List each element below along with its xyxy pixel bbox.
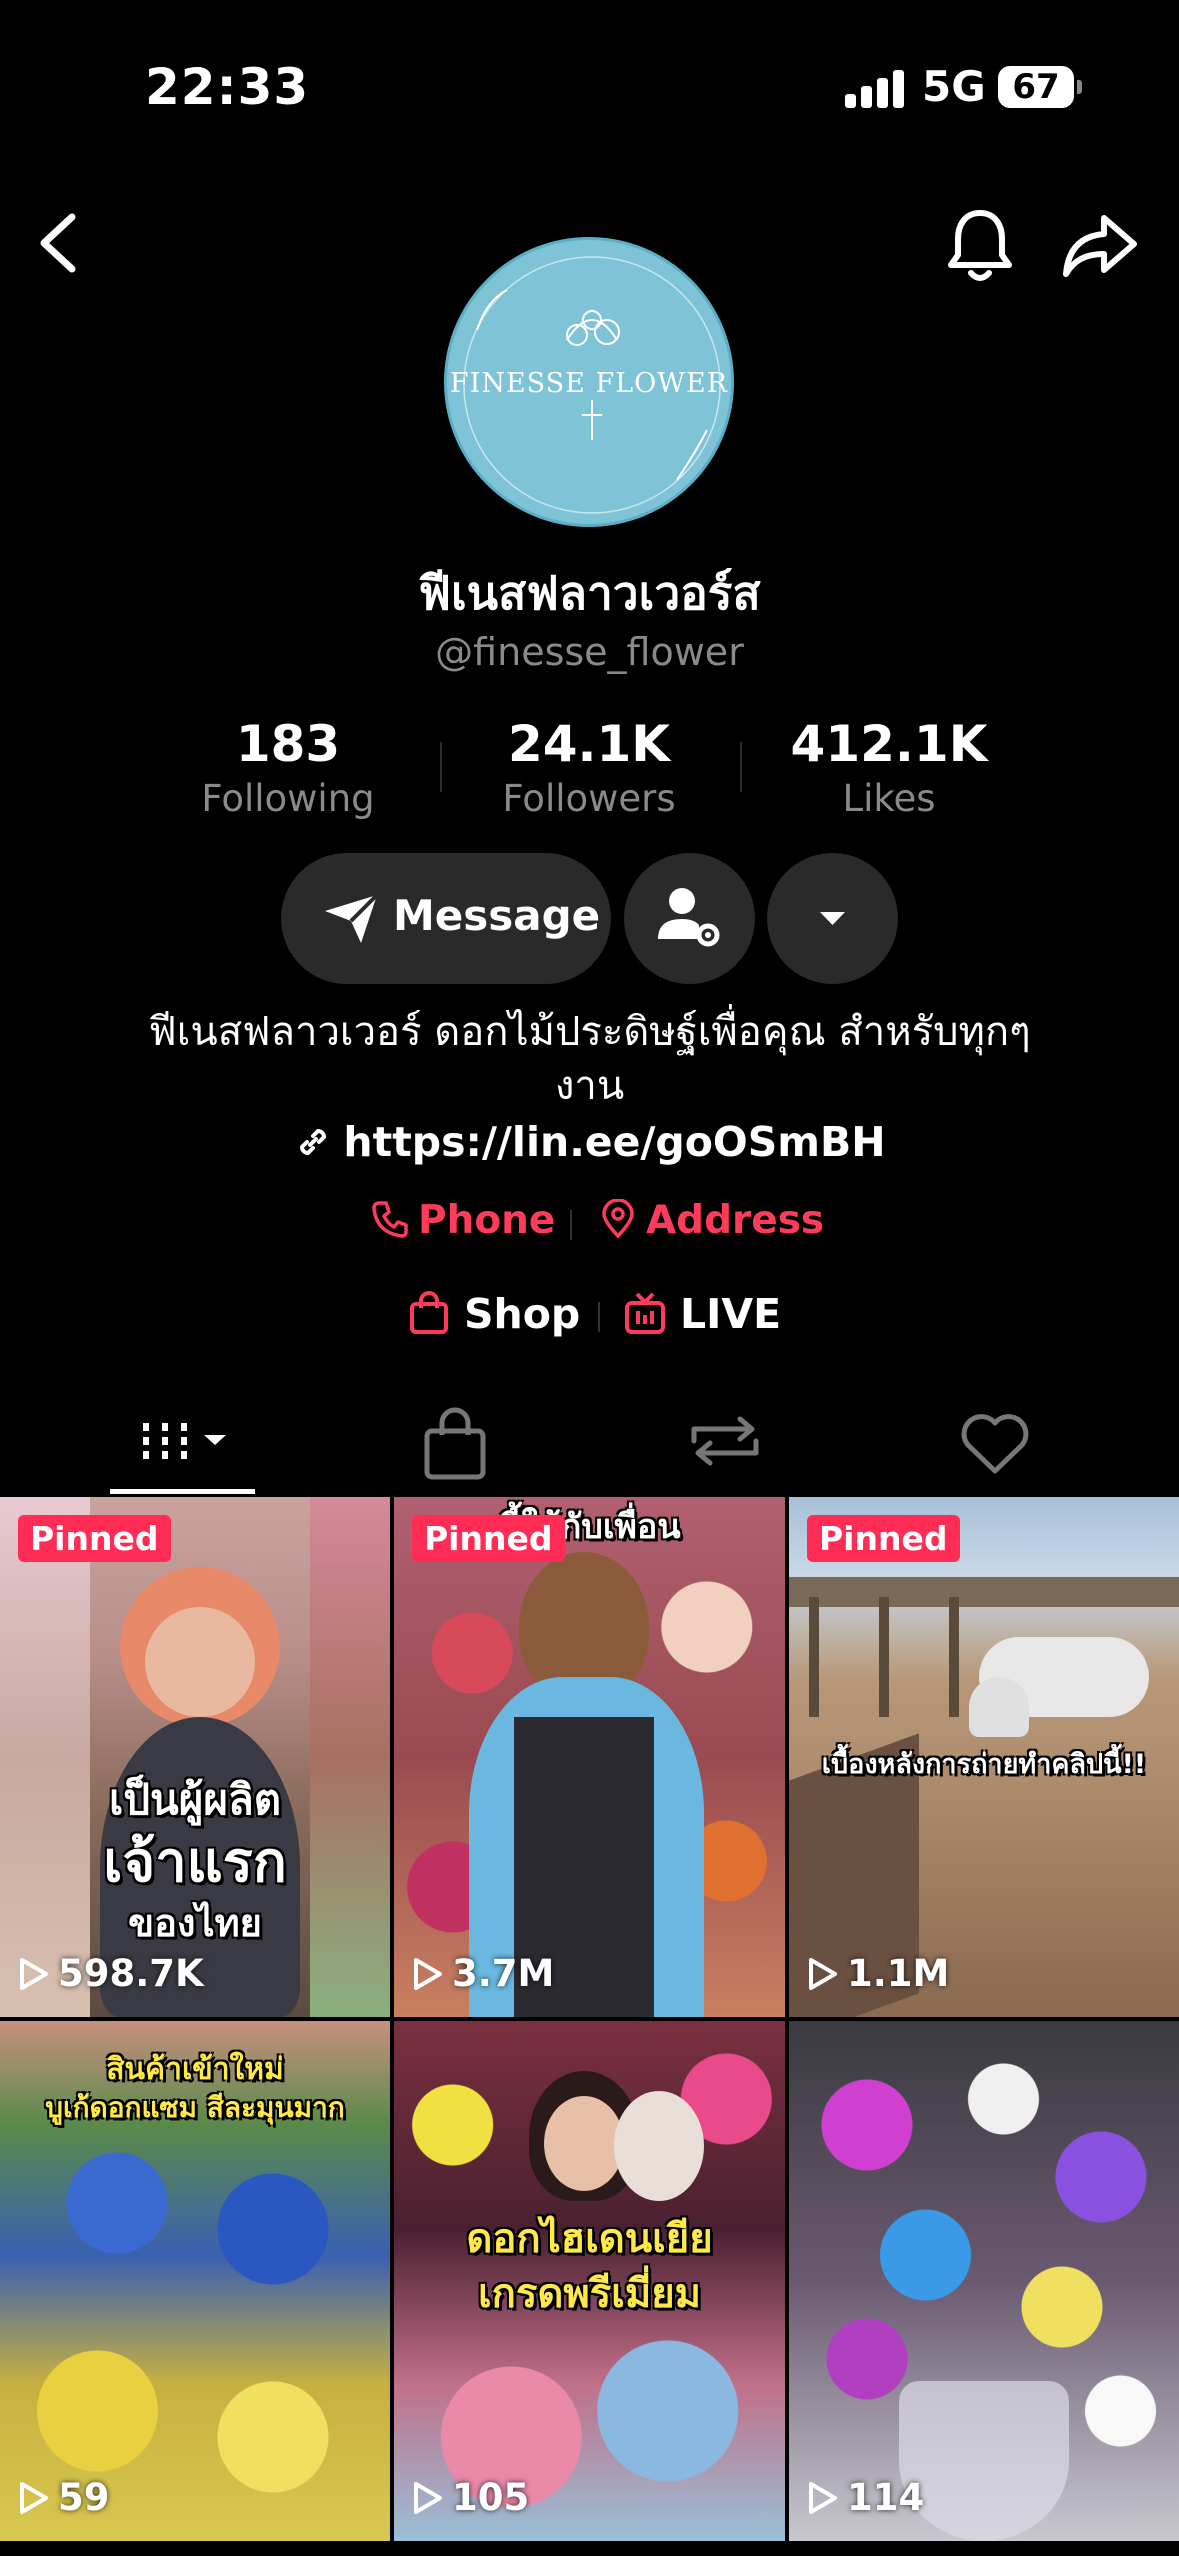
stat-likes[interactable]: 412.1K Likes bbox=[759, 715, 1019, 820]
bio-text: ฟีเนสฟลาวเวอร์ ดอกไม้ประดิษฐ์เพื่อคุณ สำ… bbox=[148, 1009, 1031, 1109]
battery-icon: 67 bbox=[998, 66, 1082, 108]
play-icon bbox=[809, 2482, 837, 2514]
stat-followers[interactable]: 24.1K Followers bbox=[459, 715, 719, 820]
play-icon bbox=[809, 1958, 837, 1990]
shopping-bag-icon bbox=[410, 1291, 448, 1334]
live-link[interactable]: LIVE bbox=[624, 1290, 781, 1338]
view-count: 105 bbox=[412, 2476, 529, 2519]
stat-following[interactable]: 183 Following bbox=[158, 715, 418, 820]
status-bar: 22:33 5G 67 bbox=[0, 0, 1179, 180]
link-icon bbox=[300, 1128, 327, 1156]
location-pin-icon bbox=[602, 1198, 634, 1239]
video-overlay-text: เบื้องหลังการถ่ายทำคลิปนี้!! bbox=[821, 1749, 1147, 1780]
view-count-text: 1.1M bbox=[847, 1952, 950, 1995]
share-icon bbox=[1063, 215, 1137, 277]
play-icon bbox=[414, 2482, 442, 2514]
play-icon bbox=[20, 1958, 48, 1990]
video-tile[interactable]: เบื้องหลังการถ่ายทำคลิปนี้!! Pinned 1.1M bbox=[789, 1497, 1179, 2017]
caret-down-icon bbox=[820, 912, 845, 925]
video-tile[interactable]: เป็นผู้ผลิต เจ้าแรก ของไทย Pinned 598.7K bbox=[0, 1497, 390, 2017]
tab-videos[interactable] bbox=[110, 1385, 255, 1495]
stat-label: Following bbox=[201, 777, 375, 820]
display-name: ฟีเนสฟลาวเวอร์ส bbox=[418, 566, 761, 620]
stat-label: Followers bbox=[502, 777, 676, 820]
stat-value: 183 bbox=[235, 715, 341, 773]
shop-link[interactable]: Shop bbox=[408, 1290, 580, 1338]
tab-liked[interactable] bbox=[930, 1385, 1060, 1495]
heart-icon bbox=[961, 1414, 1029, 1474]
pinned-badge: Pinned bbox=[412, 1515, 565, 1562]
network-label: 5G bbox=[922, 62, 986, 111]
share-button[interactable] bbox=[1060, 210, 1140, 280]
phone-label: Phone bbox=[418, 1198, 556, 1243]
contact-divider bbox=[570, 1210, 572, 1240]
status-time: 22:33 bbox=[145, 58, 310, 116]
shop-divider bbox=[598, 1302, 600, 1332]
view-count: 1.1M bbox=[807, 1952, 949, 1995]
bio-link-text: https://lin.ee/goOSmBH bbox=[343, 1118, 886, 1166]
live-tv-icon bbox=[625, 1292, 665, 1334]
video-overlay-text: ของไทย bbox=[128, 1901, 262, 1945]
message-button[interactable]: Message bbox=[281, 853, 611, 984]
back-button[interactable] bbox=[30, 205, 90, 280]
repost-icon bbox=[691, 1416, 759, 1466]
video-tile[interactable]: 114 bbox=[789, 2021, 1179, 2541]
view-count-text: 3.7M bbox=[452, 1952, 555, 1995]
grid-icon bbox=[143, 1423, 226, 1459]
send-icon bbox=[325, 893, 379, 943]
view-count-text: 59 bbox=[58, 2476, 110, 2519]
address-link[interactable]: Address bbox=[598, 1198, 824, 1243]
view-count-text: 114 bbox=[847, 2476, 925, 2519]
tab-reposts[interactable] bbox=[660, 1385, 790, 1495]
bell-icon bbox=[948, 210, 1012, 281]
notification-bell-button[interactable] bbox=[945, 205, 1015, 285]
view-count: 59 bbox=[18, 2476, 110, 2519]
stat-divider bbox=[440, 742, 442, 792]
play-icon bbox=[414, 1958, 442, 1990]
view-count-text: 598.7K bbox=[58, 1952, 204, 1995]
stat-divider bbox=[740, 742, 742, 792]
avatar-logo-text: FINESSE FLOWER bbox=[449, 368, 729, 399]
video-tile[interactable]: ดอกไฮเดนเยีย เกรดพรีเมี่ยม 105 bbox=[394, 2021, 785, 2541]
tab-shop[interactable] bbox=[390, 1385, 520, 1495]
chevron-left-icon bbox=[40, 213, 76, 273]
stat-value: 24.1K bbox=[507, 715, 671, 773]
video-overlay-text: บูเก้ดอกแซม สีละมุนมาก bbox=[45, 2091, 345, 2124]
phone-link[interactable]: Phone bbox=[370, 1198, 555, 1243]
video-tile[interactable]: สินค้าเข้าใหม่ บูเก้ดอกแซม สีละมุนมาก 59 bbox=[0, 2021, 390, 2541]
avatar[interactable]: FINESSE FLOWER bbox=[444, 237, 734, 527]
more-dropdown-button[interactable] bbox=[767, 853, 898, 984]
live-label: LIVE bbox=[680, 1290, 782, 1338]
message-label: Message bbox=[393, 891, 601, 940]
signal-icon bbox=[845, 68, 905, 108]
active-tab-indicator bbox=[110, 1489, 255, 1494]
user-settings-icon bbox=[658, 888, 720, 947]
view-count: 598.7K bbox=[18, 1952, 204, 1995]
stat-label: Likes bbox=[842, 777, 936, 820]
view-count: 3.7M bbox=[412, 1952, 554, 1995]
play-icon bbox=[20, 2482, 48, 2514]
username: @finesse_flower bbox=[435, 630, 744, 674]
friend-settings-button[interactable] bbox=[624, 853, 755, 984]
phone-icon bbox=[372, 1201, 408, 1238]
address-label: Address bbox=[646, 1198, 825, 1243]
pinned-badge: Pinned bbox=[807, 1515, 960, 1562]
video-overlay-text: เกรดพรีเมี่ยม bbox=[477, 2271, 702, 2317]
bag-icon bbox=[424, 1407, 486, 1480]
stat-value: 412.1K bbox=[790, 715, 988, 773]
pinned-badge: Pinned bbox=[18, 1515, 171, 1562]
video-tile[interactable]: นี้ให้กับเพื่อน Pinned 3.7M bbox=[394, 1497, 785, 2017]
shop-label: Shop bbox=[464, 1290, 581, 1338]
view-count-text: 105 bbox=[452, 2476, 530, 2519]
bio-link[interactable]: https://lin.ee/goOSmBH bbox=[0, 1118, 1179, 1166]
view-count: 114 bbox=[807, 2476, 924, 2519]
